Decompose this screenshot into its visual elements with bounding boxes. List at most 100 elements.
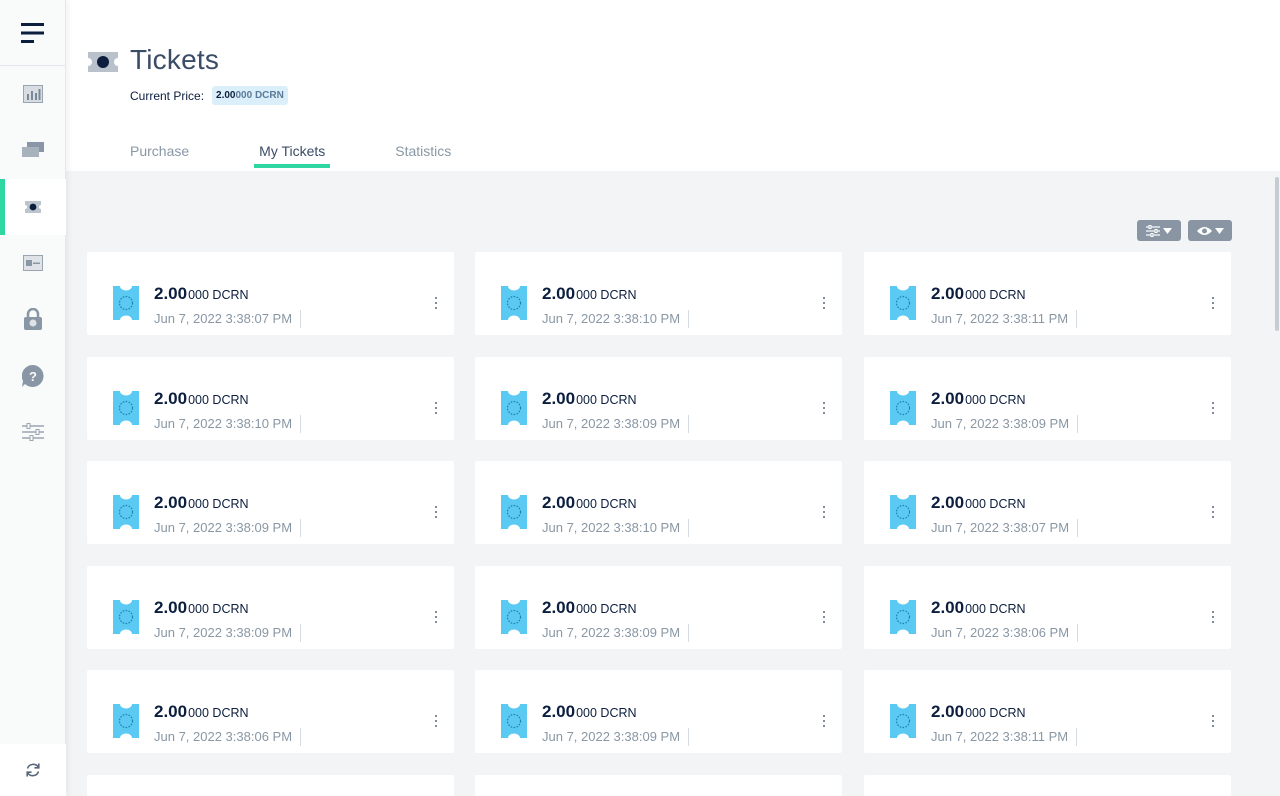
ticket-amount: 2.00000 DCRN (931, 284, 1026, 304)
ticket-date: Jun 7, 2022 3:38:09 PM (542, 624, 690, 642)
ticket-amount: 2.00000 DCRN (154, 598, 249, 618)
more-options-button[interactable] (1211, 611, 1215, 623)
ticket-amount-rest: 000 DCRN (576, 706, 637, 720)
ticket-card[interactable]: 2.00000 DCRN Jun 7, 2022 3:38:09 PM (87, 461, 454, 544)
sidebar-item-transactions[interactable] (0, 122, 66, 178)
more-options-button[interactable] (434, 506, 438, 518)
ticket-amount-rest: 000 DCRN (965, 497, 1026, 511)
ticket-card[interactable]: 2.00000 DCRN Jun 7, 2022 3:38:10 PM (475, 252, 842, 335)
chart-icon (23, 85, 43, 103)
ticket-amount: 2.00000 DCRN (542, 598, 637, 618)
ticket-amount-main: 2.00 (931, 389, 965, 408)
current-price: Current Price: 2.00000 DCRN (130, 86, 288, 105)
more-options-button[interactable] (822, 715, 826, 727)
ticket-amount-rest: 000 DCRN (965, 288, 1026, 302)
eye-icon (1196, 226, 1212, 235)
ticket-icon (113, 600, 139, 639)
ticket-card[interactable]: 2.00000 DCRN Jun 7, 2022 3:38:10 PM (87, 357, 454, 440)
ticket-card[interactable]: 2.00000 DCRN Jun 7, 2022 3:38:06 PM (87, 670, 454, 753)
more-options-button[interactable] (434, 611, 438, 623)
ticket-amount-main: 2.00 (154, 493, 188, 512)
ticket-amount: 2.00000 DCRN (154, 389, 249, 409)
tab-my-tickets[interactable]: My Tickets (254, 140, 331, 171)
ticket-amount-rest: 000 DCRN (965, 602, 1026, 616)
ticket-amount-main: 2.00 (542, 493, 576, 512)
ticket-card[interactable]: 2.00000 DCRN Jun 7, 2022 3:38:10 PM (475, 461, 842, 544)
sidebar: ? (0, 0, 66, 796)
more-options-button[interactable] (822, 611, 826, 623)
ticket-icon (25, 201, 41, 213)
more-options-button[interactable] (1211, 402, 1215, 414)
more-options-button[interactable] (434, 715, 438, 727)
more-options-button[interactable] (822, 297, 826, 309)
sidebar-item-tickets[interactable] (0, 179, 66, 235)
ticket-card[interactable]: 2.00000 DCRN Jun 7, 2022 3:38:06 PM (864, 566, 1231, 649)
price-rest: 000 DCRN (235, 90, 284, 101)
sidebar-item-overview[interactable] (0, 66, 66, 122)
ticket-date: Jun 7, 2022 3:38:11 PM (931, 728, 1078, 746)
sliders-icon (22, 423, 44, 441)
page-title: Tickets (130, 44, 220, 75)
sidebar-item-help[interactable]: ? (0, 348, 66, 404)
ticket-date: Jun 7, 2022 3:38:09 PM (154, 519, 302, 537)
ticket-icon (501, 495, 527, 534)
ticket-card-partial[interactable] (475, 775, 842, 796)
sidebar-item-security[interactable] (0, 291, 66, 347)
ticket-date: Jun 7, 2022 3:38:06 PM (931, 624, 1079, 642)
filter-button[interactable] (1137, 220, 1181, 241)
ticket-card[interactable]: 2.00000 DCRN Jun 7, 2022 3:38:11 PM (864, 252, 1231, 335)
view-button[interactable] (1188, 220, 1232, 241)
ticket-icon (890, 600, 916, 639)
sidebar-item-settings[interactable] (0, 404, 66, 460)
ticket-amount: 2.00000 DCRN (542, 493, 637, 513)
ticket-amount-rest: 000 DCRN (576, 288, 637, 302)
more-options-button[interactable] (1211, 506, 1215, 518)
ticket-icon (890, 704, 916, 743)
ticket-amount: 2.00000 DCRN (931, 493, 1026, 513)
scrollbar[interactable] (1275, 177, 1279, 331)
ticket-amount: 2.00000 DCRN (931, 598, 1026, 618)
price-main: 2.00 (216, 90, 236, 101)
ticket-card[interactable]: 2.00000 DCRN Jun 7, 2022 3:38:11 PM (864, 670, 1231, 753)
ticket-amount-rest: 000 DCRN (576, 497, 637, 511)
price-label: Current Price: (130, 88, 205, 103)
sidebar-item-accounts[interactable] (0, 235, 66, 291)
ticket-card[interactable]: 2.00000 DCRN Jun 7, 2022 3:38:09 PM (475, 357, 842, 440)
more-options-button[interactable] (434, 402, 438, 414)
ticket-card-partial[interactable] (87, 775, 454, 796)
ticket-card-partial[interactable] (864, 775, 1231, 796)
ticket-card[interactable]: 2.00000 DCRN Jun 7, 2022 3:38:09 PM (475, 566, 842, 649)
refresh-icon (26, 763, 40, 777)
more-options-button[interactable] (1211, 715, 1215, 727)
ticket-card[interactable]: 2.00000 DCRN Jun 7, 2022 3:38:07 PM (864, 461, 1231, 544)
ticket-card[interactable]: 2.00000 DCRN Jun 7, 2022 3:38:09 PM (475, 670, 842, 753)
ticket-amount-rest: 000 DCRN (188, 393, 249, 407)
svg-text:?: ? (29, 369, 37, 384)
ticket-amount-main: 2.00 (542, 598, 576, 617)
ticket-date: Jun 7, 2022 3:38:10 PM (542, 310, 690, 328)
ticket-date: Jun 7, 2022 3:38:09 PM (931, 415, 1079, 433)
ticket-amount-rest: 000 DCRN (965, 706, 1026, 720)
ticket-icon (113, 286, 139, 325)
ticket-amount-main: 2.00 (154, 598, 188, 617)
tab-purchase[interactable]: Purchase (130, 140, 189, 171)
ticket-amount-main: 2.00 (154, 702, 188, 721)
more-options-button[interactable] (1211, 297, 1215, 309)
help-icon: ? (22, 365, 44, 387)
ticket-card[interactable]: 2.00000 DCRN Jun 7, 2022 3:38:09 PM (864, 357, 1231, 440)
ticket-date: Jun 7, 2022 3:38:09 PM (542, 415, 690, 433)
tab-statistics[interactable]: Statistics (395, 140, 451, 171)
more-options-button[interactable] (434, 297, 438, 309)
menu-button[interactable] (0, 0, 65, 66)
ticket-amount-rest: 000 DCRN (188, 706, 249, 720)
refresh-button[interactable] (0, 744, 66, 796)
ticket-card[interactable]: 2.00000 DCRN Jun 7, 2022 3:38:09 PM (87, 566, 454, 649)
ticket-card[interactable]: 2.00000 DCRN Jun 7, 2022 3:38:07 PM (87, 252, 454, 335)
ticket-amount-rest: 000 DCRN (965, 393, 1026, 407)
chevron-down-icon (1214, 227, 1224, 234)
more-options-button[interactable] (822, 506, 826, 518)
ticket-date: Jun 7, 2022 3:38:10 PM (154, 415, 302, 433)
price-badge: 2.00000 DCRN (212, 86, 288, 105)
more-options-button[interactable] (822, 402, 826, 414)
ticket-date: Jun 7, 2022 3:38:07 PM (154, 310, 302, 328)
